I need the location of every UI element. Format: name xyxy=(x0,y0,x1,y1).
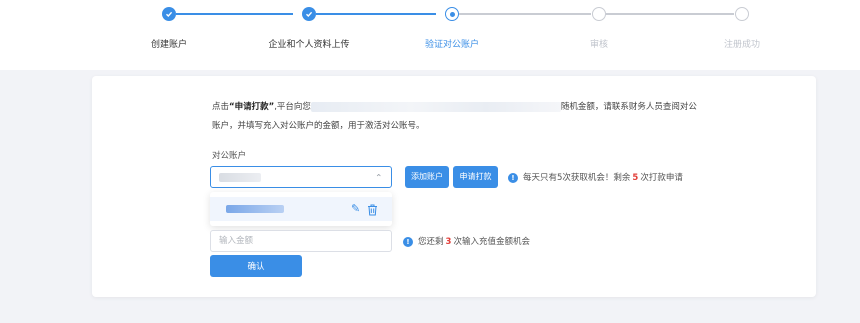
instruction-prefix: 点击 xyxy=(212,102,230,112)
step-connector xyxy=(606,13,734,15)
step-4-label: 审核 xyxy=(589,40,609,50)
trash-icon[interactable] xyxy=(367,201,378,220)
step-1-done-icon xyxy=(162,7,176,21)
account-select[interactable]: ⌄ xyxy=(210,166,392,188)
step-3-active-icon xyxy=(445,7,459,21)
amount-hint-prefix: 您还剩 xyxy=(418,237,444,247)
amount-remaining-count: 3 xyxy=(445,237,452,247)
selected-account-redacted xyxy=(219,173,261,182)
verify-account-card: 点击“申请打款”,平台向您 随机金额，请联系财务人员查阅对公 账户，并填写充入对公… xyxy=(92,76,816,297)
account-option-redacted xyxy=(226,205,284,213)
step-5-pending-icon xyxy=(735,7,749,21)
confirm-button[interactable]: 确认 xyxy=(210,255,302,277)
step-connector xyxy=(459,13,591,15)
amount-input[interactable] xyxy=(210,230,392,252)
registration-stepper: 创建账户 企业和个人资料上传 验证对公账户 审核 注册成功 xyxy=(0,0,860,70)
account-dropdown: ✎ xyxy=(210,192,392,226)
step-1-label: 创建账户 xyxy=(150,40,188,50)
step-2-label: 企业和个人资料上传 xyxy=(268,40,350,50)
info-icon: ! xyxy=(403,236,413,247)
step-5-label: 注册成功 xyxy=(723,40,761,50)
step-3-label: 验证对公账户 xyxy=(424,40,480,50)
instruction-bold: “申请打款” xyxy=(229,102,275,112)
edit-icon[interactable]: ✎ xyxy=(351,202,360,215)
step-2-done-icon xyxy=(302,7,316,21)
transfer-hint: ! 每天只有5次获取机会！剩余 5 次打款申请 xyxy=(508,171,683,183)
transfer-remaining-count: 5 xyxy=(632,173,639,183)
instruction-text: 点击“申请打款”,平台向您 随机金额，请联系财务人员查阅对公 账户，并填写充入对公… xyxy=(212,98,812,136)
instruction-line2: 账户，并填写充入对公账户的金额，用于激活对公账号。 xyxy=(212,121,425,131)
step-4-pending-icon xyxy=(592,7,606,21)
chevron-up-icon: ⌄ xyxy=(375,171,383,181)
amount-hint: ! 您还剩 3 次输入充值金额机会 xyxy=(403,235,530,247)
account-option[interactable]: ✎ xyxy=(210,197,392,221)
instruction-part2: 随机金额，请联系财务人员查阅对公 xyxy=(560,102,697,112)
amount-hint-suffix: 次输入充值金额机会 xyxy=(453,237,530,247)
info-icon: ! xyxy=(508,172,518,183)
apply-transfer-button[interactable]: 申请打款 xyxy=(453,166,498,188)
redacted-text xyxy=(310,101,561,112)
add-account-button[interactable]: 添加账户 xyxy=(405,166,449,188)
transfer-hint-suffix: 次打款申请 xyxy=(640,173,683,183)
transfer-hint-prefix: 每天只有5次获取机会！剩余 xyxy=(523,173,631,183)
step-connector xyxy=(176,13,293,15)
step-connector xyxy=(316,13,436,15)
account-label: 对公账户 xyxy=(212,151,247,161)
instruction-part1: ,平台向您 xyxy=(274,102,311,112)
